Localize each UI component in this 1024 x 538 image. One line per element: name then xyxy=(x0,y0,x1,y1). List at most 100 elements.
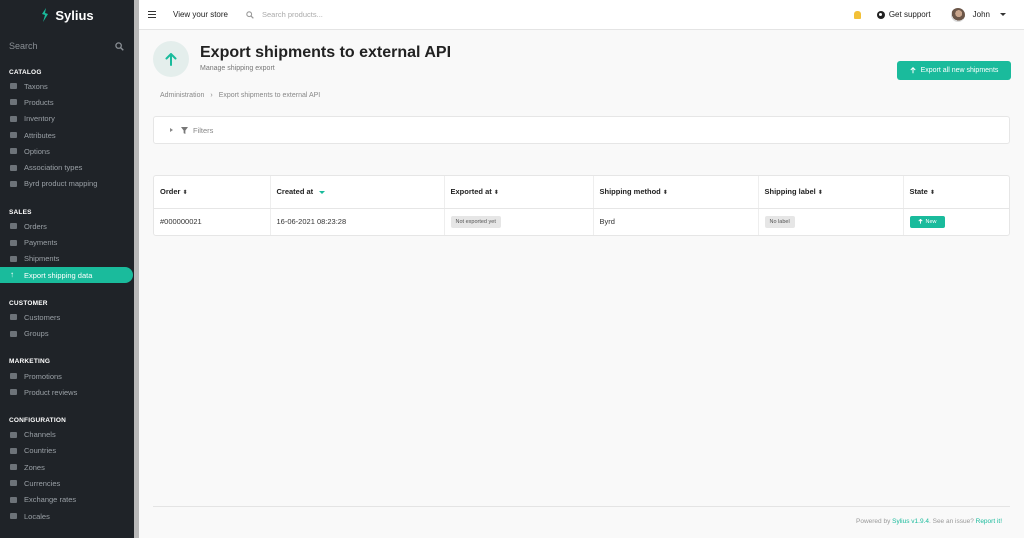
shipments-table: Order ⬍ Created at Exported at ⬍ Shipping … xyxy=(153,175,1010,236)
product-search[interactable]: Search products... xyxy=(246,10,323,19)
menu-item-icon xyxy=(10,148,17,155)
sidebar-item-taxons[interactable]: Taxons xyxy=(0,78,134,94)
sidebar-section-marketing: MARKETING xyxy=(9,358,51,366)
filters-label: Filters xyxy=(193,125,214,135)
sidebar-section-sales: SALES xyxy=(9,208,32,216)
sidebar-item-zones[interactable]: Zones xyxy=(0,459,134,475)
menu-item-icon xyxy=(10,164,17,171)
column-created-at[interactable]: Created at xyxy=(270,176,445,209)
sidebar-item-label: Association types xyxy=(24,163,83,173)
breadcrumb-separator-icon: › xyxy=(210,92,213,99)
report-issue-link[interactable]: Report it! xyxy=(976,518,1002,525)
sidebar-item-label: Currencies xyxy=(24,478,61,488)
sort-icon: ⬍ xyxy=(929,190,935,197)
sylius-version-link[interactable]: Sylius v1.9.4 xyxy=(892,518,929,525)
column-exported-at[interactable]: Exported at ⬍ xyxy=(444,176,594,209)
menu-item-icon xyxy=(10,496,17,503)
cell-order: #000000021 xyxy=(154,208,271,235)
menu-item-icon xyxy=(10,115,17,122)
menu-item-icon xyxy=(10,464,17,471)
page-title: Export shipments to external API xyxy=(200,44,452,61)
sidebar-item-customers[interactable]: Customers xyxy=(0,309,134,325)
sidebar-search-label: Search xyxy=(9,41,38,51)
filters-toggle[interactable]: Filters xyxy=(153,116,1010,144)
chevron-down-icon[interactable] xyxy=(1000,13,1006,16)
sidebar-item-locales[interactable]: Locales xyxy=(0,508,134,524)
sidebar-item-exchange-rates[interactable]: Exchange rates xyxy=(0,492,134,508)
sidebar-item-label: Exchange rates xyxy=(24,495,77,505)
sidebar-item-products[interactable]: Products xyxy=(0,94,134,110)
brand-logo[interactable]: Sylius xyxy=(0,0,134,30)
cell-created-at: 16-06-2021 08:23:28 xyxy=(270,208,445,235)
menu-item-icon xyxy=(10,99,17,106)
sidebar-scrollbar[interactable] xyxy=(134,0,139,538)
sidebar-item-shipments[interactable]: Shipments xyxy=(0,251,134,267)
sidebar-item-label: Attributes xyxy=(24,130,56,140)
search-icon xyxy=(246,10,254,19)
menu-item-icon xyxy=(10,513,17,520)
cell-shipping-label: No label xyxy=(758,208,904,235)
menu-item-icon xyxy=(10,239,17,246)
search-input[interactable]: Search products... xyxy=(262,10,323,19)
column-order[interactable]: Order ⬍ xyxy=(154,176,271,209)
user-name[interactable]: John xyxy=(973,10,990,19)
sidebar-item-label: Locales xyxy=(24,511,50,521)
view-store-link[interactable]: View your store xyxy=(173,10,228,19)
sidebar-search[interactable]: Search xyxy=(0,30,134,62)
menu-item-icon xyxy=(10,314,17,321)
sidebar-item-label: Promotions xyxy=(24,371,62,381)
sidebar-item-currencies[interactable]: Currencies xyxy=(0,475,134,491)
sidebar-item-label: Shipments xyxy=(24,254,60,264)
cell-shipping-method: Byrd xyxy=(593,208,759,235)
sidebar-item-countries[interactable]: Countries xyxy=(0,443,134,459)
sidebar-item-label: Zones xyxy=(24,462,45,472)
footer: Powered by Sylius v1.9.4. See an issue? … xyxy=(856,518,1002,525)
status-badge: No label xyxy=(764,215,795,228)
sidebar-item-promotions[interactable]: Promotions xyxy=(0,368,134,384)
bell-icon[interactable] xyxy=(853,10,861,19)
menu-item-icon xyxy=(10,330,17,337)
breadcrumb: Administration › Export shipments to ext… xyxy=(160,92,320,99)
sidebar-item-label: Countries xyxy=(24,446,57,456)
column-shipping-method[interactable]: Shipping method ⬍ xyxy=(593,176,759,209)
sidebar-item-groups[interactable]: Groups xyxy=(0,326,134,342)
menu-item-icon xyxy=(10,431,17,438)
menu-item-icon xyxy=(10,447,17,454)
sidebar-item-channels[interactable]: Channels xyxy=(0,426,134,442)
search-icon xyxy=(115,41,124,51)
sidebar-item-export-shipping-data[interactable]: ↑ Export shipping data xyxy=(0,266,133,284)
sidebar-item-product-reviews[interactable]: Product reviews xyxy=(0,384,134,400)
footer-divider xyxy=(153,506,1010,507)
column-shipping-label[interactable]: Shipping label ⬍ xyxy=(758,176,904,209)
export-all-button[interactable]: Export all new shipments xyxy=(897,61,1011,80)
sidebar-item-association-types[interactable]: Association types xyxy=(0,159,134,175)
sylius-logo-icon xyxy=(42,8,49,22)
sidebar-section-configuration: CONFIGURATION xyxy=(9,416,67,424)
avatar[interactable] xyxy=(950,7,965,22)
sidebar-item-label: Products xyxy=(24,97,54,107)
menu-item-icon xyxy=(10,180,17,187)
column-state[interactable]: State ⬍ xyxy=(903,176,1009,209)
menu-item-icon xyxy=(10,223,17,230)
menu-item-icon xyxy=(10,480,17,487)
topbar: View your store Search products... Get s… xyxy=(139,0,1024,30)
sidebar-item-payments[interactable]: Payments xyxy=(0,234,134,250)
sidebar-item-options[interactable]: Options xyxy=(0,143,134,159)
menu-toggle-icon[interactable] xyxy=(148,11,156,18)
brand-name: Sylius xyxy=(55,7,94,23)
sidebar-item-attributes[interactable]: Attributes xyxy=(0,127,134,143)
get-support-label: Get support xyxy=(888,10,931,19)
get-support-button[interactable]: Get support xyxy=(876,10,931,19)
sidebar-item-orders[interactable]: Orders xyxy=(0,218,134,234)
sort-desc-icon xyxy=(319,190,326,194)
sidebar-item-inventory[interactable]: Inventory xyxy=(0,111,134,127)
breadcrumb-administration[interactable]: Administration xyxy=(160,92,204,99)
sidebar-item-byrd-product-mapping[interactable]: Byrd product mapping xyxy=(0,176,134,192)
sidebar-item-label: Orders xyxy=(24,221,47,231)
page-subtitle: Manage shipping export xyxy=(200,65,275,72)
sort-icon: ⬍ xyxy=(662,190,668,197)
sidebar-section-catalog: CATALOG xyxy=(9,68,42,76)
state-badge: New xyxy=(909,215,945,228)
sidebar-item-label: Byrd product mapping xyxy=(24,179,98,189)
menu-item-icon xyxy=(10,132,17,139)
